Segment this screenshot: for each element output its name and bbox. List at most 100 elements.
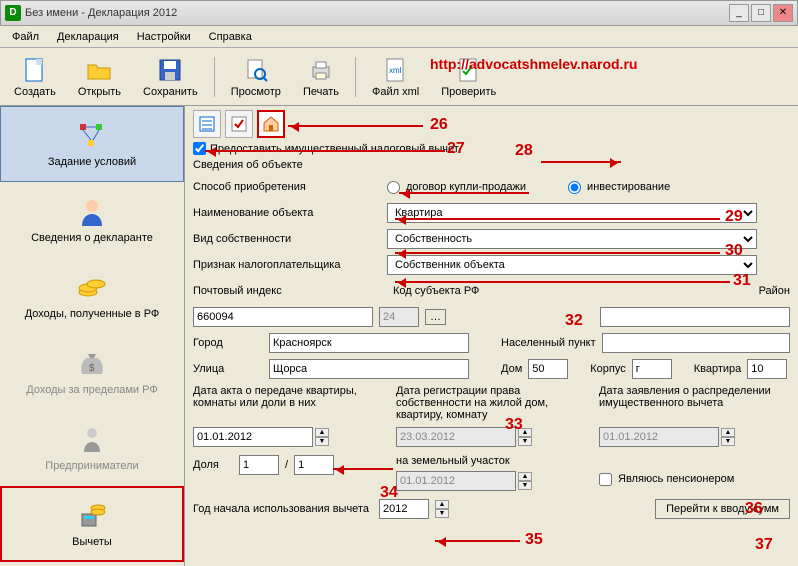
sidebar-item-income-abroad[interactable]: $ Доходы за пределами РФ <box>0 334 184 410</box>
radio-invest-label: инвестирование <box>587 181 670 193</box>
sidebar-item-income-rf[interactable]: Доходы, полученные в РФ <box>0 258 184 334</box>
deduction-tab-property[interactable] <box>257 110 285 138</box>
toolbar-separator <box>355 57 356 97</box>
radio-contract[interactable] <box>387 181 400 194</box>
toolbar-create[interactable]: Создать <box>8 54 62 100</box>
radio-invest[interactable] <box>568 181 581 194</box>
obj-name-label: Наименование объекта <box>193 207 381 219</box>
apt-label: Квартира <box>694 363 742 375</box>
region-code-input[interactable] <box>379 307 419 327</box>
pensioner-checkbox[interactable] <box>599 473 612 486</box>
date-act-input[interactable] <box>193 427 313 447</box>
postcode-input[interactable] <box>193 307 373 327</box>
corpus-input[interactable] <box>632 359 672 379</box>
person-icon <box>76 196 108 228</box>
house-input[interactable] <box>528 359 568 379</box>
annotation-35: 35 <box>525 531 543 549</box>
folder-open-icon <box>85 56 113 84</box>
city-label: Город <box>193 337 263 349</box>
grant-deduction-checkbox[interactable] <box>193 142 206 155</box>
sidebar-item-declarant[interactable]: Сведения о декларанте <box>0 182 184 258</box>
date-act-spinner[interactable]: ▲▼ <box>315 428 329 446</box>
year-spinner[interactable]: ▲▼ <box>435 500 449 518</box>
share-denominator[interactable] <box>294 455 334 475</box>
menubar: Файл Декларация Настройки Справка <box>0 26 798 48</box>
apt-input[interactable] <box>747 359 787 379</box>
checkbox-red-icon <box>230 115 248 133</box>
toolbar-preview[interactable]: Просмотр <box>225 54 287 100</box>
ownership-select[interactable]: Собственность <box>387 229 757 249</box>
goto-sums-button[interactable]: Перейти к вводу сумм <box>655 499 790 519</box>
region-lookup-button[interactable]: … <box>425 309 446 325</box>
svg-text:$: $ <box>89 363 95 374</box>
land-label: на земельный участок <box>396 455 587 467</box>
locality-label: Населенный пункт <box>501 337 596 349</box>
arrow-35 <box>435 540 520 542</box>
share-numerator[interactable] <box>239 455 279 475</box>
radio-contract-label: договор купли-продажи <box>406 181 526 193</box>
app-icon: D <box>5 5 21 21</box>
locality-input[interactable] <box>602 333 790 353</box>
deduction-type-toolbar <box>193 110 790 138</box>
date-reg-label: Дата регистрации права собственности на … <box>396 385 587 423</box>
ownership-label: Вид собственности <box>193 233 381 245</box>
preview-icon <box>242 56 270 84</box>
titlebar: D Без имени - Декларация 2012 _ □ ✕ <box>0 0 798 26</box>
menu-declaration[interactable]: Декларация <box>49 29 127 45</box>
menu-file[interactable]: Файл <box>4 29 47 45</box>
deduction-tab-social[interactable] <box>225 110 253 138</box>
district-label: Район <box>759 285 790 297</box>
menu-help[interactable]: Справка <box>201 29 260 45</box>
land-date-input[interactable] <box>396 471 516 491</box>
coins-icon <box>76 272 108 304</box>
deductions-icon <box>76 500 108 532</box>
toolbar-save[interactable]: Сохранить <box>137 54 204 100</box>
toolbar-open[interactable]: Открыть <box>72 54 127 100</box>
obj-name-select[interactable]: Квартира <box>387 203 757 223</box>
date-reg-spinner[interactable]: ▲▼ <box>518 428 532 446</box>
content-panel: Предоставить имущественный налоговый выч… <box>185 106 798 566</box>
city-input[interactable] <box>269 333 469 353</box>
toolbar-print[interactable]: Печать <box>297 54 345 100</box>
main-toolbar: Создать Открыть Сохранить Просмотр Печат… <box>0 48 798 106</box>
toolbar-xml[interactable]: xml Файл xml <box>366 54 425 100</box>
taxpayer-select[interactable]: Собственник объекта <box>387 255 757 275</box>
district-input[interactable] <box>600 307 790 327</box>
print-icon <box>307 56 335 84</box>
deduction-tab-standard[interactable] <box>193 110 221 138</box>
street-input[interactable] <box>269 359 469 379</box>
save-icon <box>156 56 184 84</box>
sidebar: Задание условий Сведения о декларанте До… <box>0 106 185 566</box>
year-label: Год начала использования вычета <box>193 503 373 515</box>
new-file-icon <box>21 56 49 84</box>
svg-text:xml: xml <box>389 66 402 75</box>
date-decl-input[interactable] <box>599 427 719 447</box>
method-label: Способ приобретения <box>193 181 381 193</box>
date-decl-spinner[interactable]: ▲▼ <box>721 428 735 446</box>
date-act-label: Дата акта о передаче квартиры, комнаты и… <box>193 385 384 423</box>
street-label: Улица <box>193 363 263 375</box>
sidebar-item-entrepreneurs[interactable]: Предприниматели <box>0 410 184 486</box>
menu-settings[interactable]: Настройки <box>129 29 199 45</box>
maximize-button[interactable]: □ <box>751 4 771 22</box>
pensioner-label: Являюсь пенсионером <box>618 473 734 485</box>
land-date-spinner[interactable]: ▲▼ <box>518 472 532 490</box>
arrow-30 <box>395 252 720 254</box>
house-label: Дом <box>501 363 522 375</box>
money-bag-icon: $ <box>76 348 108 380</box>
date-reg-input[interactable] <box>396 427 516 447</box>
sidebar-item-conditions[interactable]: Задание условий <box>0 106 184 182</box>
year-input[interactable] <box>379 499 429 519</box>
postcode-label: Почтовый индекс <box>193 285 303 297</box>
overlay-url: http://advocatshmelev.narod.ru <box>430 56 637 72</box>
house-icon <box>262 115 280 133</box>
checklist-icon <box>198 115 216 133</box>
date-decl-label: Дата заявления о распределении имуществе… <box>599 385 790 423</box>
minimize-button[interactable]: _ <box>729 4 749 22</box>
taxpayer-label: Признак налогоплательщика <box>193 259 381 271</box>
sidebar-item-deductions[interactable]: Вычеты <box>0 486 184 562</box>
toolbar-separator <box>214 57 215 97</box>
close-button[interactable]: ✕ <box>773 4 793 22</box>
annotation-37: 37 <box>755 536 773 554</box>
corpus-label: Корпус <box>590 363 625 375</box>
